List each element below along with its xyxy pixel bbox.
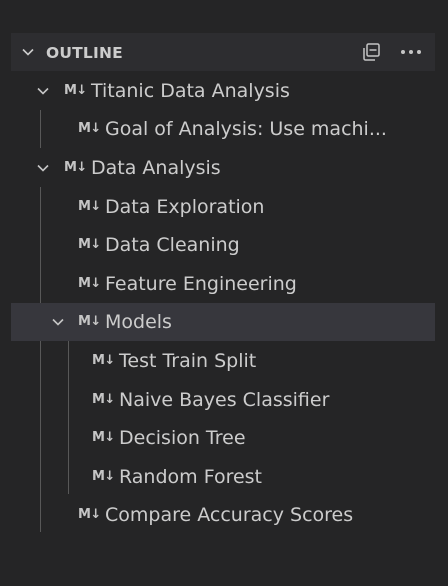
more-actions-button[interactable] <box>399 41 423 63</box>
markdown-icon: M↓ <box>92 430 115 445</box>
markdown-icon: M↓ <box>64 83 87 98</box>
markdown-icon: M↓ <box>92 469 115 484</box>
outline-item-label: Naive Bayes Classifier <box>119 389 330 411</box>
outline-item-feature-engineering[interactable]: M↓ Feature Engineering <box>11 265 435 303</box>
header-actions <box>359 41 423 63</box>
outline-item-data-cleaning[interactable]: M↓ Data Cleaning <box>11 226 435 264</box>
markdown-icon: M↓ <box>64 160 87 175</box>
chevron-down-icon[interactable] <box>50 314 66 330</box>
outline-item-test-train-split[interactable]: M↓ Test Train Split <box>11 342 435 380</box>
outline-item-decision-tree[interactable]: M↓ Decision Tree <box>11 419 435 457</box>
markdown-icon: M↓ <box>92 392 115 407</box>
outline-item-label: Feature Engineering <box>105 273 297 295</box>
outline-item-label: Compare Accuracy Scores <box>105 504 354 526</box>
outline-item-compare-accuracy-scores[interactable]: M↓ Compare Accuracy Scores <box>11 496 435 534</box>
outline-item-data-analysis[interactable]: M↓ Data Analysis <box>11 149 435 187</box>
chevron-down-icon[interactable] <box>20 44 36 60</box>
outline-item-label: Decision Tree <box>119 427 246 449</box>
outline-item-label: Data Analysis <box>91 157 221 179</box>
markdown-icon: M↓ <box>78 276 101 291</box>
outline-item-label: Data Cleaning <box>105 234 240 256</box>
markdown-icon: M↓ <box>78 199 101 214</box>
outline-panel: OUTLINE M↓ Titanic Data Analysis M↓ Goal… <box>11 33 435 586</box>
markdown-icon: M↓ <box>78 314 101 329</box>
outline-title: OUTLINE <box>46 44 123 62</box>
outline-item-goal-of-analysis[interactable]: M↓ Goal of Analysis: Use machi... <box>11 110 435 148</box>
outline-item-models[interactable]: M↓ Models <box>11 303 435 341</box>
outline-item-naive-bayes-classifier[interactable]: M↓ Naive Bayes Classifier <box>11 381 435 419</box>
chevron-down-icon[interactable] <box>35 83 51 99</box>
markdown-icon: M↓ <box>78 237 101 252</box>
outline-item-random-forest[interactable]: M↓ Random Forest <box>11 458 435 496</box>
outline-item-data-exploration[interactable]: M↓ Data Exploration <box>11 188 435 226</box>
chevron-down-icon[interactable] <box>35 160 51 176</box>
outline-item-label: Test Train Split <box>119 350 257 372</box>
outline-item-titanic-data-analysis[interactable]: M↓ Titanic Data Analysis <box>11 72 435 110</box>
markdown-icon: M↓ <box>78 121 101 136</box>
collapse-all-button[interactable] <box>359 41 383 63</box>
collapse-all-icon <box>363 43 380 61</box>
outline-item-label: Data Exploration <box>105 196 265 218</box>
markdown-icon: M↓ <box>92 353 115 368</box>
ellipsis-icon <box>401 50 421 54</box>
outline-header[interactable]: OUTLINE <box>11 33 435 71</box>
outline-item-label: Models <box>105 311 172 333</box>
outline-item-label: Goal of Analysis: Use machi... <box>105 118 387 140</box>
markdown-icon: M↓ <box>78 507 101 522</box>
outline-item-label: Random Forest <box>119 466 263 488</box>
outline-item-label: Titanic Data Analysis <box>91 80 290 102</box>
